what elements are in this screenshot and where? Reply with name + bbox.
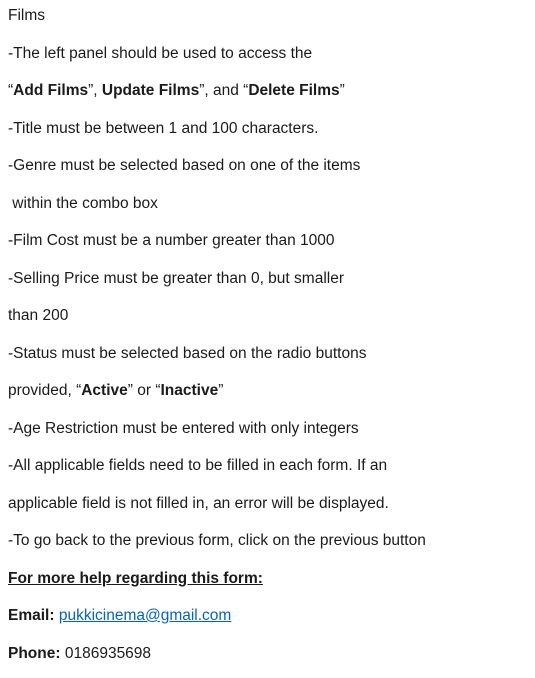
- instruction-left-panel: -The left panel should be used to access…: [8, 44, 313, 62]
- rule-status-cont: provided, “Active” or “Inactive”: [8, 378, 528, 416]
- doc-title: Films: [8, 7, 46, 24]
- rule-age-restriction: -Age Restriction must be entered with on…: [8, 419, 359, 437]
- rule-previous-button: -To go back to the previous form, click …: [8, 532, 426, 549]
- rule-required-fields: -All applicable fields need to be filled…: [8, 457, 388, 474]
- rule-genre: -Genre must be selected based on one of …: [8, 157, 361, 174]
- phone-row: Phone: 0186935698: [8, 641, 528, 678]
- instruction-forms-list: “Add Films”, Update Films”, and “Delete …: [8, 78, 528, 116]
- active-label: Active: [81, 382, 128, 399]
- rule-required-fields-cont: applicable field is not filled in, an er…: [8, 494, 389, 512]
- status-pre: provided, “: [8, 382, 82, 399]
- phone-value: 0186935698: [64, 644, 152, 662]
- inactive-label: Inactive: [160, 382, 219, 399]
- email-link[interactable]: pukkicinema@gmail.com: [59, 607, 232, 624]
- rule-status: -Status must be selected based on the ra…: [8, 344, 367, 362]
- separator-1: ”,: [88, 82, 102, 99]
- separator-2: ”, and “: [199, 82, 249, 99]
- rule-film-cost: -Film Cost must be a number greater than…: [8, 232, 335, 249]
- rule-selling-price: -Selling Price must be greater than 0, b…: [8, 269, 344, 287]
- help-heading: For more help regarding this form:: [8, 569, 263, 587]
- delete-films-label: Delete Films: [248, 82, 340, 99]
- phone-label: Phone:: [8, 644, 61, 662]
- email-row: Email: pukkicinema@gmail.com: [8, 603, 528, 641]
- status-mid: ” or “: [127, 382, 161, 399]
- status-post: ”: [218, 382, 224, 399]
- add-films-label: Add Films: [13, 82, 89, 99]
- rule-title: -Title must be between 1 and 100 charact…: [8, 119, 319, 137]
- email-label: Email:: [8, 607, 55, 624]
- update-films-label: Update Films: [101, 82, 200, 99]
- rule-selling-price-cont: than 200: [8, 307, 69, 324]
- rule-genre-cont: within the combo box: [8, 194, 158, 212]
- help-document: Films -The left panel should be used to …: [8, 3, 528, 678]
- quote-close: ”: [339, 82, 345, 99]
